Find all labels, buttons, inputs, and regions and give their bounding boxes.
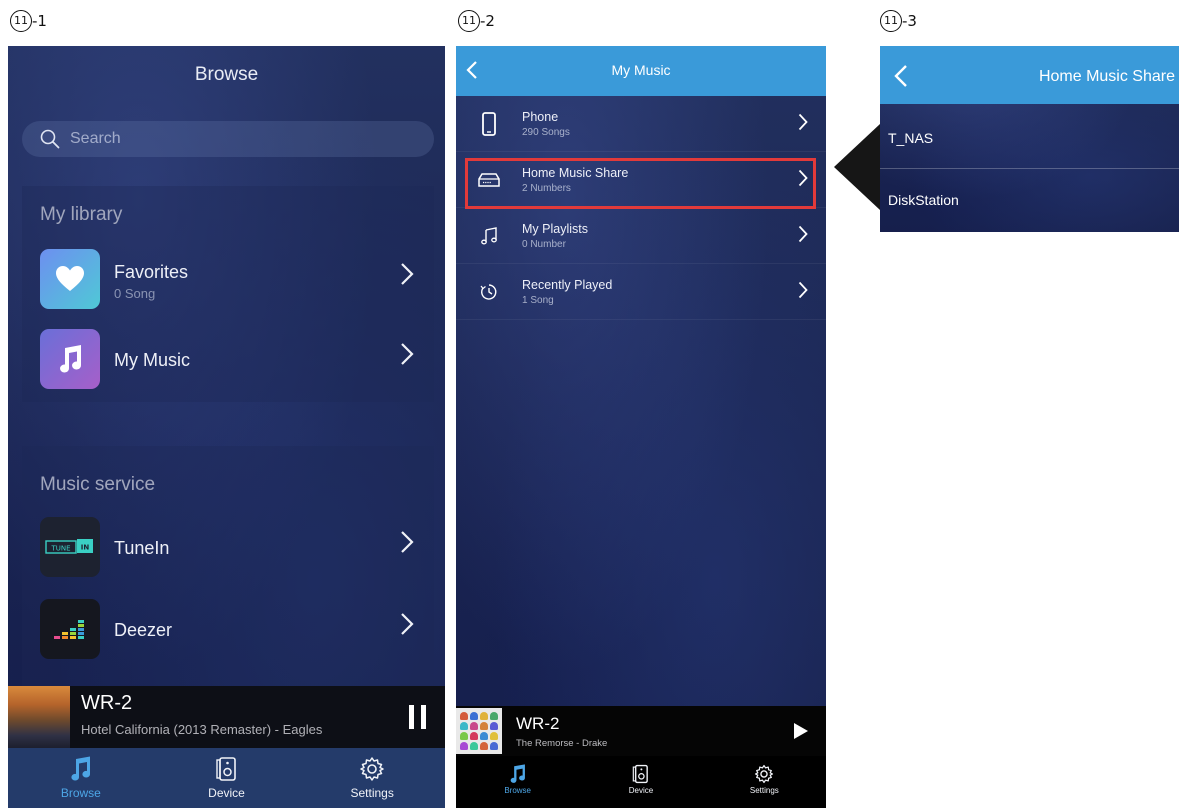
tab-bar: Browse Device Settings [8,748,445,808]
caption-11-3: 11 -3 [880,10,917,32]
tab-label: Device [208,786,245,800]
now-playing-device: WR-2 [516,714,560,733]
caption-11-2: 11 -2 [458,10,495,32]
chevron-right-icon [401,343,414,365]
gear-icon [360,757,384,781]
chevron-right-icon [798,225,808,243]
chevron-right-icon [401,263,414,285]
now-playing-track: Hotel California (2013 Remaster) - Eagle… [81,722,323,737]
music-note-icon [71,756,90,781]
tab-bar: Browse Device Settings [456,756,826,808]
item-sub: 1 Song [522,295,554,306]
phone-icon [478,112,500,136]
list-item-phone[interactable]: Phone 290 Songs [456,96,826,152]
item-sub: 0 Number [522,239,566,250]
deezer-logo [40,599,100,659]
item-label: Deezer [114,620,173,640]
highlight-box [465,158,816,209]
item-label: Phone [522,110,559,124]
pause-icon[interactable] [409,705,427,729]
caption-number: 11 [880,10,902,32]
svg-text:IN: IN [81,544,90,552]
header-bar: Home Music Share [880,46,1179,104]
library-item-my-music[interactable]: My Music [22,328,434,392]
now-playing-bar[interactable]: WR-2 The Remorse - Drake [456,706,826,756]
list-item-t-nas[interactable]: T_NAS [880,108,1179,169]
svg-text:TUNE: TUNE [50,545,70,553]
item-label: TuneIn [114,538,170,558]
now-playing-track: The Remorse - Drake [516,738,608,749]
tab-device[interactable]: Device [579,756,702,808]
search-placeholder: Search [70,130,121,147]
home-music-share-screen: Home Music Share T_NAS DiskStation [880,46,1179,232]
speaker-icon [632,764,648,784]
list-item-diskstation[interactable]: DiskStation [880,170,1179,231]
item-label: Favorites [114,262,189,282]
search-icon [40,129,60,149]
caption-number: 11 [458,10,480,32]
list-item-my-playlists[interactable]: My Playlists 0 Number [456,208,826,264]
tab-label: Browse [504,786,531,795]
now-playing-device: WR-2 [81,692,133,714]
music-notes-icon [478,224,500,248]
chevron-right-icon [798,281,808,299]
chevron-right-icon [401,613,414,635]
tab-settings[interactable]: Settings [703,756,826,808]
play-icon[interactable] [794,723,808,739]
favorites-tile [40,249,100,309]
music-note-icon [510,764,525,783]
gear-icon [755,764,774,784]
speaker-icon [215,757,236,781]
album-art [8,686,70,748]
search-input[interactable]: Search [22,121,434,157]
chevron-right-icon [798,113,808,131]
browse-screen: Browse Search My library Favorites 0 Son… [8,46,445,808]
tab-browse[interactable]: Browse [8,748,154,808]
album-art [456,708,502,754]
my-music-screen: My Music Phone 290 Songs Home Music Shar… [456,46,826,808]
back-chevron-icon[interactable] [894,64,908,88]
tab-label: Browse [60,786,101,800]
service-item-deezer[interactable]: Deezer [22,598,434,662]
callout-pointer [834,124,880,210]
item-label: DiskStation [888,192,959,208]
page-title: Browse [194,64,259,85]
caption-number: 11 [10,10,32,32]
music-note-icon [60,345,82,373]
caption-suffix: -1 [32,12,47,30]
tab-browse[interactable]: Browse [456,756,579,808]
page-title: Home Music Share [1038,68,1175,85]
service-item-tunein[interactable]: TUNE IN TuneIn [22,516,434,580]
my-music-tile [40,329,100,389]
header-bar: My Music [456,46,826,96]
tab-label: Device [628,786,654,795]
list-item-recently-played[interactable]: Recently Played 1 Song [456,264,826,320]
now-playing-bar[interactable]: WR-2 Hotel California (2013 Remaster) - … [8,686,445,748]
chevron-right-icon [401,531,414,553]
tab-label: Settings [350,786,394,800]
caption-11-1: 11 -1 [10,10,47,32]
tab-label: Settings [749,786,779,795]
item-label: Recently Played [522,278,613,292]
tab-device[interactable]: Device [154,748,300,808]
tab-settings[interactable]: Settings [299,748,445,808]
item-label: T_NAS [888,130,934,146]
clock-icon [478,280,500,304]
caption-suffix: -3 [902,12,917,30]
item-sub: 0 Song [114,286,156,301]
page-title: My Music [611,62,671,78]
library-item-favorites[interactable]: Favorites 0 Song [22,248,434,312]
heart-icon [56,266,84,291]
item-sub: 290 Songs [522,127,570,138]
caption-suffix: -2 [480,12,495,30]
item-label: My Playlists [522,222,588,236]
tunein-logo: TUNE IN [40,517,100,577]
item-label: My Music [114,350,190,370]
